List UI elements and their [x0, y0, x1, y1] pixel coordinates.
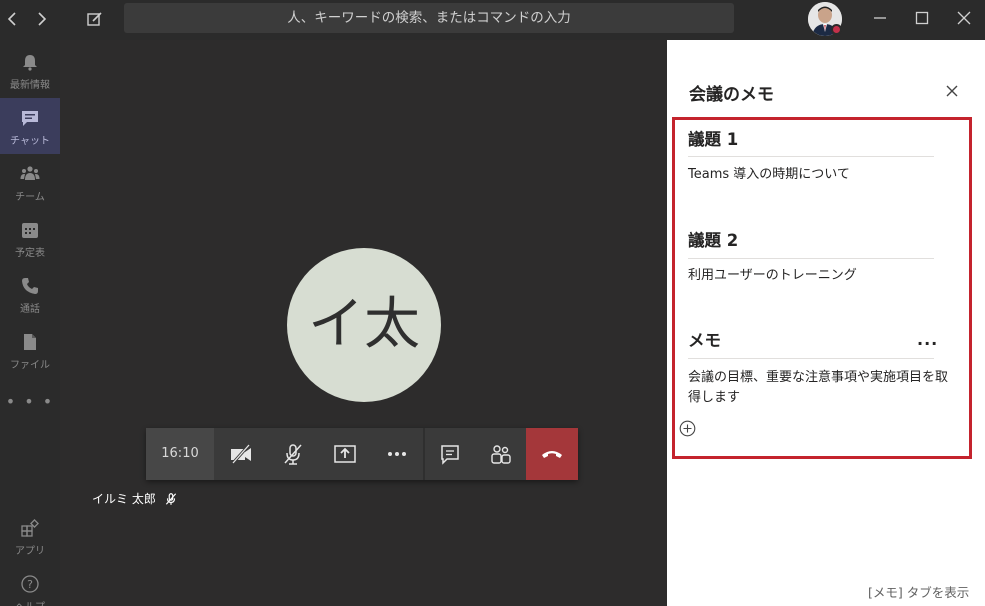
chat-icon [22, 111, 38, 126]
help-icon: ? [21, 575, 39, 593]
file-icon [24, 334, 36, 350]
apps-icon [21, 519, 39, 537]
mic-toggle-button[interactable] [267, 428, 319, 480]
calendar-icon [22, 223, 38, 238]
show-participants-button[interactable] [475, 428, 527, 480]
presence-status-icon [831, 24, 842, 35]
call-duration: 16:10 [146, 428, 214, 480]
memo-body[interactable]: 会議の目標、重要な注意事項や実施項目を取得します [688, 368, 948, 408]
rail-item-help[interactable]: ? ヘルプ [0, 564, 60, 606]
minimize-icon[interactable] [867, 6, 893, 30]
rail-item-activity[interactable]: 最新情報 [0, 42, 60, 98]
share-screen-button[interactable] [319, 428, 371, 480]
app-rail: 最新情報 チャット チーム 予定表 通話 ファイル • • • アプリ ? ヘル… [0, 40, 60, 606]
participant-label: イルミ 太郎 [92, 490, 178, 507]
hang-up-button[interactable] [526, 428, 578, 480]
topic-2-body[interactable]: 利用ユーザーのトレーニング [688, 266, 948, 286]
more-icon [388, 452, 406, 456]
show-conversation-button[interactable] [424, 428, 476, 480]
rail-more-button[interactable]: • • • [0, 392, 60, 411]
add-note-button[interactable] [679, 420, 696, 437]
camera-off-icon [231, 444, 251, 464]
search-input[interactable]: 人、キーワードの検索、またはコマンドの入力 [124, 3, 734, 33]
forward-icon[interactable] [30, 8, 52, 30]
show-notes-tab-link[interactable]: [メモ] タブを表示 [868, 582, 969, 601]
call-toolbar: 16:10 [146, 428, 578, 480]
memo-more-options-button[interactable]: ... [917, 330, 938, 349]
topic-2-heading[interactable]: 議題 2 [688, 227, 738, 251]
teams-icon [20, 166, 40, 180]
maximize-icon[interactable] [909, 6, 935, 30]
close-panel-button[interactable] [943, 82, 961, 100]
topic-1-divider [688, 156, 934, 157]
rail-item-chat[interactable]: チャット [0, 98, 60, 154]
phone-icon [22, 278, 38, 294]
rail-item-files[interactable]: ファイル [0, 322, 60, 378]
rail-item-calls[interactable]: 通話 [0, 266, 60, 322]
title-bar: 人、キーワードの検索、またはコマンドの入力 [0, 0, 985, 40]
rail-item-apps[interactable]: アプリ [0, 508, 60, 564]
mic-off-icon [284, 444, 302, 465]
chat-bubble-icon [441, 445, 459, 465]
window-close-icon[interactable] [951, 6, 977, 30]
svg-text:?: ? [27, 578, 33, 591]
bell-icon [23, 55, 37, 71]
add-circle-icon [679, 420, 696, 437]
topic-1-body[interactable]: Teams 導入の時期について [688, 165, 948, 185]
participants-icon [491, 445, 511, 464]
topic-2-divider [688, 258, 934, 259]
more-actions-button[interactable] [371, 428, 423, 480]
muted-mic-icon [165, 493, 176, 505]
back-icon[interactable] [2, 8, 24, 30]
participant-name: イルミ 太郎 [92, 492, 156, 506]
close-icon [946, 85, 958, 97]
memo-heading[interactable]: メモ [688, 327, 721, 351]
share-screen-icon [334, 445, 356, 463]
rail-item-calendar[interactable]: 予定表 [0, 210, 60, 266]
camera-toggle-button[interactable] [215, 428, 267, 480]
memo-divider [688, 358, 934, 359]
rail-item-teams[interactable]: チーム [0, 154, 60, 210]
panel-title: 会議のメモ [689, 85, 774, 105]
topic-1-heading[interactable]: 議題 1 [688, 126, 738, 150]
compose-icon[interactable] [84, 8, 106, 30]
hang-up-icon [542, 451, 562, 458]
participant-avatar: イ太 [287, 248, 441, 402]
